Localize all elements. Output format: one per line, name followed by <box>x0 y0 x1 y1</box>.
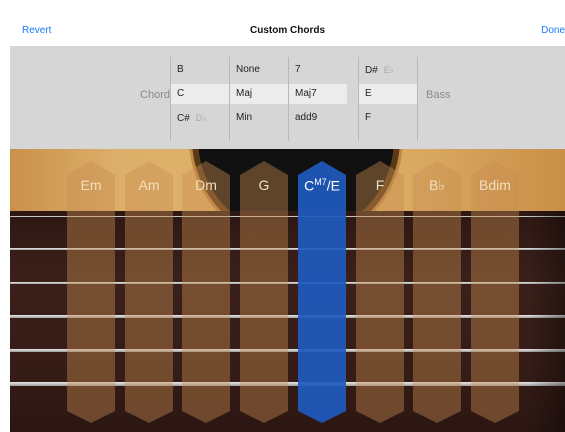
strip-cap <box>182 161 230 175</box>
strip-cap <box>240 411 288 423</box>
chord-label: G <box>258 177 270 193</box>
type-option-none[interactable]: None <box>230 60 288 80</box>
chord-type-column[interactable]: None Maj Min <box>229 57 288 141</box>
chord-label: Dm <box>195 177 217 193</box>
chord-label: CM7/E <box>298 177 346 194</box>
bass-note-column[interactable]: D# E♭ E F <box>358 57 418 141</box>
strip-cap <box>356 161 404 175</box>
type-option-maj[interactable]: Maj <box>230 84 288 104</box>
chord-strip-bdim[interactable]: Bdim <box>471 161 519 423</box>
navigation-bar: Revert Custom Chords Done <box>10 15 565 47</box>
page-title: Custom Chords <box>250 25 325 36</box>
root-note-column[interactable]: B C C# D♭ <box>170 57 229 141</box>
chord-bass: /E <box>326 177 340 194</box>
chord-label: Em <box>80 177 102 193</box>
chord-strip-dm[interactable]: Dm <box>182 161 230 423</box>
strip-cap <box>356 411 404 423</box>
chord-label: B♭ <box>429 177 445 193</box>
bass-option-label: E <box>365 88 372 99</box>
chord-picker: Chord B C C# D♭ None Maj Min 7 Maj7 add9 … <box>10 47 565 149</box>
root-option-label: C <box>177 88 185 99</box>
strip-body <box>125 175 173 411</box>
enharmonic-label: E♭ <box>383 65 395 75</box>
chord-strip-am[interactable]: Am <box>125 161 173 423</box>
strip-cap <box>471 161 519 175</box>
ext-option-add9[interactable]: add9 <box>289 108 347 128</box>
root-option-csharp[interactable]: C# D♭ <box>171 108 229 128</box>
root-option-label: C# <box>177 113 190 124</box>
bass-label: Bass <box>426 89 451 101</box>
strip-body <box>471 175 519 411</box>
bass-option-e[interactable]: E <box>359 84 417 104</box>
chord-strip-bflat[interactable]: B♭ <box>413 161 461 423</box>
chord-root: C <box>304 177 315 194</box>
chord-strip-em[interactable]: Em <box>67 161 115 423</box>
strip-cap <box>298 411 346 423</box>
bass-option-f[interactable]: F <box>359 108 417 128</box>
strip-cap <box>413 411 461 423</box>
ext-option-maj7[interactable]: Maj7 <box>289 84 347 104</box>
chord-strip-g[interactable]: G <box>240 161 288 423</box>
root-option-label: B <box>177 64 184 75</box>
chord-quality: M7 <box>314 177 327 187</box>
type-option-min[interactable]: Min <box>230 108 288 128</box>
guitar-body: Em Am Dm G CM7/E F B♭ Bdim <box>10 149 565 432</box>
strip-cap <box>125 161 173 175</box>
root-option-b[interactable]: B <box>171 60 229 80</box>
strip-cap <box>298 161 346 175</box>
extension-column[interactable]: 7 Maj7 add9 <box>288 57 347 141</box>
bass-option-dsharp[interactable]: D# E♭ <box>359 60 417 80</box>
strip-cap <box>240 161 288 175</box>
strip-cap <box>67 411 115 423</box>
strip-body <box>356 175 404 411</box>
strip-body <box>298 175 346 411</box>
strip-body <box>240 175 288 411</box>
strip-cap <box>125 411 173 423</box>
strip-body <box>67 175 115 411</box>
chord-label: Chord <box>140 89 170 101</box>
strip-cap <box>67 161 115 175</box>
strip-cap <box>471 411 519 423</box>
chord-strip-cmaj7-e[interactable]: CM7/E <box>298 161 346 423</box>
chord-strip-f[interactable]: F <box>356 161 404 423</box>
chord-label: F <box>375 177 385 193</box>
strip-body <box>413 175 461 411</box>
strip-body <box>182 175 230 411</box>
bass-option-label: D# <box>365 65 378 76</box>
chord-label: Bdim <box>479 177 511 193</box>
strip-cap <box>182 411 230 423</box>
ext-option-7[interactable]: 7 <box>289 60 347 80</box>
done-button[interactable]: Done <box>541 25 565 36</box>
chord-label: Am <box>138 177 160 193</box>
bass-option-label: F <box>365 112 372 123</box>
root-option-c[interactable]: C <box>171 84 229 104</box>
enharmonic-label: D♭ <box>195 113 207 123</box>
strip-cap <box>413 161 461 175</box>
